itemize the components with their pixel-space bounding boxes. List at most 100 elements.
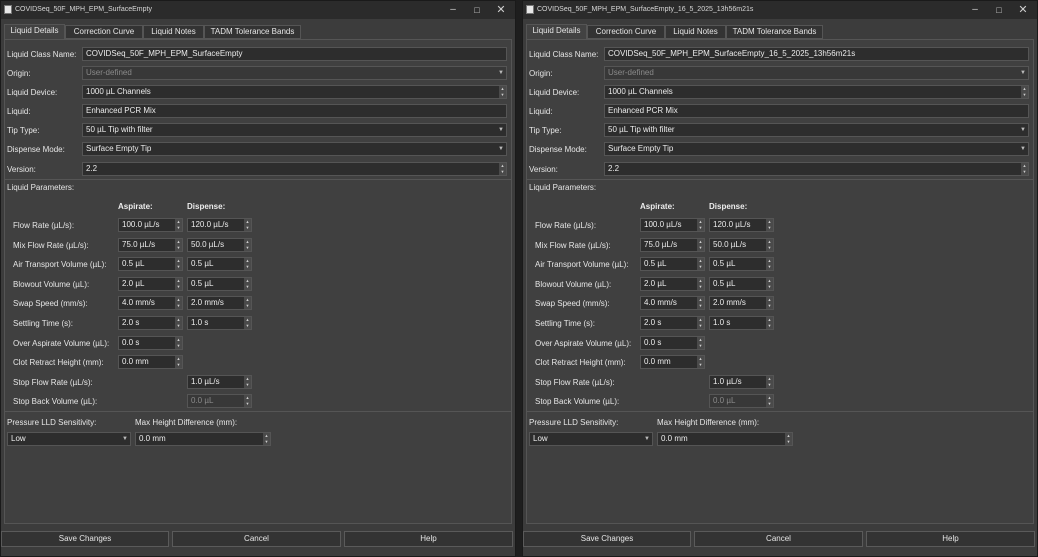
tab-tadm-tolerance-bands[interactable]: TADM Tolerance Bands <box>726 25 823 39</box>
spin-arrows-icon[interactable]: ▲ ▼ <box>766 317 773 329</box>
spin-arrows-icon[interactable]: ▲ ▼ <box>697 356 704 369</box>
over-aspirate-volume-aspirate-spinbox[interactable]: 0.0 s ▲ ▼ <box>118 335 183 350</box>
spin-arrows-icon[interactable]: ▲ ▼ <box>785 433 792 445</box>
flow-rate-dispense-spinbox[interactable]: 120.0 µL/s ▲ ▼ <box>709 218 774 232</box>
settling-time-aspirate-spinbox[interactable]: 2.0 s ▲ ▼ <box>118 316 183 330</box>
version-spinbox[interactable]: 2.2 ▲ ▼ <box>604 162 1029 176</box>
air-transport-volume-dispense-spinbox[interactable]: 0.5 µL ▲ ▼ <box>709 257 774 272</box>
cancel-button[interactable]: Cancel <box>172 531 341 547</box>
combo-arrow-icon[interactable]: ▲ ▼ <box>1021 86 1028 98</box>
chevron-down-icon[interactable]: ▼ <box>498 124 504 136</box>
minimize-icon[interactable]: – <box>963 2 987 18</box>
spin-arrows-icon[interactable]: ▲ ▼ <box>697 336 704 349</box>
spin-arrows-icon[interactable]: ▲ ▼ <box>766 297 773 310</box>
combo-arrow-icon[interactable]: ▲ ▼ <box>499 86 506 98</box>
stop-flow-rate-dispense-spinbox[interactable]: 1.0 µL/s ▲ ▼ <box>709 374 774 389</box>
spin-arrows-icon[interactable]: ▲ ▼ <box>697 277 704 290</box>
tab-tadm-tolerance-bands[interactable]: TADM Tolerance Bands <box>204 25 301 39</box>
liquid-class-name-input[interactable]: COVIDSeq_50F_MPH_EPM_SurfaceEmpty <box>82 47 507 61</box>
spin-arrows-icon[interactable]: ▲ ▼ <box>175 219 182 231</box>
blowout-volume-dispense-spinbox[interactable]: 0.5 µL ▲ ▼ <box>709 276 774 291</box>
settling-time-dispense-spinbox[interactable]: 1.0 s ▲ ▼ <box>187 316 252 330</box>
spin-arrows-icon[interactable]: ▲ ▼ <box>244 277 251 290</box>
save-changes-button[interactable]: Save Changes <box>523 531 691 547</box>
tab-liquid-details[interactable]: Liquid Details <box>526 24 587 40</box>
spin-arrows-icon[interactable]: ▲ ▼ <box>766 219 773 231</box>
spin-arrows-icon[interactable]: ▲ ▼ <box>175 258 182 271</box>
chevron-down-icon[interactable]: ▼ <box>1020 143 1026 155</box>
spin-arrows-icon[interactable]: ▲ ▼ <box>697 258 704 271</box>
tip-type-combo[interactable]: 50 µL Tip with filter ▼ <box>604 123 1029 137</box>
save-changes-button[interactable]: Save Changes <box>1 531 169 547</box>
spin-arrows-icon[interactable]: ▲ ▼ <box>766 258 773 271</box>
spin-arrows-icon[interactable]: ▲ ▼ <box>175 336 182 349</box>
mix-flow-rate-aspirate-spinbox[interactable]: 75.0 µL/s ▲ ▼ <box>118 237 183 252</box>
maximize-icon[interactable]: □ <box>987 2 1011 18</box>
spin-arrows-icon[interactable]: ▲ ▼ <box>766 238 773 251</box>
close-icon[interactable]: ✕ <box>1011 2 1035 18</box>
spin-arrows-icon[interactable]: ▲ ▼ <box>175 238 182 251</box>
swap-speed-aspirate-spinbox[interactable]: 4.0 mm/s ▲ ▼ <box>640 296 705 311</box>
title-bar[interactable]: COVIDSeq_50F_MPH_EPM_SurfaceEmpty – □ ✕ <box>1 1 515 19</box>
max-height-difference-spinbox[interactable]: 0.0 mm ▲ ▼ <box>135 432 271 446</box>
chevron-down-icon[interactable]: ▼ <box>644 433 650 445</box>
spin-arrows-icon[interactable]: ▲ ▼ <box>175 297 182 310</box>
spin-arrows-icon[interactable]: ▲ ▼ <box>766 277 773 290</box>
mix-flow-rate-aspirate-spinbox[interactable]: 75.0 µL/s ▲ ▼ <box>640 237 705 252</box>
spin-arrows-icon[interactable]: ▲ ▼ <box>766 375 773 388</box>
spin-arrows-icon[interactable]: ▲ ▼ <box>697 297 704 310</box>
dispense-mode-combo[interactable]: Surface Empty Tip ▼ <box>82 142 507 156</box>
spin-arrows-icon[interactable]: ▲ ▼ <box>697 238 704 251</box>
tab-correction-curve[interactable]: Correction Curve <box>65 25 143 39</box>
tab-liquid-notes[interactable]: Liquid Notes <box>665 25 726 39</box>
spin-arrows-icon[interactable]: ▲ ▼ <box>175 356 182 369</box>
spin-arrows-icon[interactable]: ▲ ▼ <box>175 317 182 329</box>
tab-liquid-notes[interactable]: Liquid Notes <box>143 25 204 39</box>
clot-retract-height-aspirate-spinbox[interactable]: 0.0 mm ▲ ▼ <box>640 355 705 370</box>
air-transport-volume-dispense-spinbox[interactable]: 0.5 µL ▲ ▼ <box>187 257 252 272</box>
spin-arrows-icon[interactable]: ▲ ▼ <box>244 258 251 271</box>
pressure-lld-combo[interactable]: Low ▼ <box>529 432 653 446</box>
settling-time-dispense-spinbox[interactable]: 1.0 s ▲ ▼ <box>709 316 774 330</box>
spin-arrows-icon[interactable]: ▲ ▼ <box>244 317 251 329</box>
liquid-device-combo[interactable]: 1000 µL Channels ▲ ▼ <box>604 85 1029 99</box>
spin-arrows-icon[interactable]: ▲ ▼ <box>244 219 251 231</box>
flow-rate-dispense-spinbox[interactable]: 120.0 µL/s ▲ ▼ <box>187 218 252 232</box>
mix-flow-rate-dispense-spinbox[interactable]: 50.0 µL/s ▲ ▼ <box>709 237 774 252</box>
tip-type-combo[interactable]: 50 µL Tip with filter ▼ <box>82 123 507 137</box>
spin-arrows-icon[interactable]: ▲ ▼ <box>244 238 251 251</box>
liquid-input[interactable]: Enhanced PCR Mix <box>82 104 507 118</box>
clot-retract-height-aspirate-spinbox[interactable]: 0.0 mm ▲ ▼ <box>118 355 183 370</box>
cancel-button[interactable]: Cancel <box>694 531 863 547</box>
max-height-difference-spinbox[interactable]: 0.0 mm ▲ ▼ <box>657 432 793 446</box>
maximize-icon[interactable]: □ <box>465 2 489 18</box>
liquid-input[interactable]: Enhanced PCR Mix <box>604 104 1029 118</box>
liquid-class-name-input[interactable]: COVIDSeq_50F_MPH_EPM_SurfaceEmpty_16_5_2… <box>604 47 1029 61</box>
close-icon[interactable]: ✕ <box>489 2 513 18</box>
tab-liquid-details[interactable]: Liquid Details <box>4 24 65 40</box>
swap-speed-dispense-spinbox[interactable]: 2.0 mm/s ▲ ▼ <box>709 296 774 311</box>
spin-arrows-icon[interactable]: ▲ ▼ <box>697 219 704 231</box>
spin-arrows-icon[interactable]: ▲ ▼ <box>499 163 506 175</box>
settling-time-aspirate-spinbox[interactable]: 2.0 s ▲ ▼ <box>640 316 705 330</box>
blowout-volume-dispense-spinbox[interactable]: 0.5 µL ▲ ▼ <box>187 276 252 291</box>
swap-speed-dispense-spinbox[interactable]: 2.0 mm/s ▲ ▼ <box>187 296 252 311</box>
mix-flow-rate-dispense-spinbox[interactable]: 50.0 µL/s ▲ ▼ <box>187 237 252 252</box>
help-button[interactable]: Help <box>344 531 513 547</box>
chevron-down-icon[interactable]: ▼ <box>1020 124 1026 136</box>
spin-arrows-icon[interactable]: ▲ ▼ <box>244 375 251 388</box>
help-button[interactable]: Help <box>866 531 1035 547</box>
swap-speed-aspirate-spinbox[interactable]: 4.0 mm/s ▲ ▼ <box>118 296 183 311</box>
minimize-icon[interactable]: – <box>441 2 465 18</box>
tab-correction-curve[interactable]: Correction Curve <box>587 25 665 39</box>
spin-arrows-icon[interactable]: ▲ ▼ <box>697 317 704 329</box>
flow-rate-aspirate-spinbox[interactable]: 100.0 µL/s ▲ ▼ <box>118 218 183 232</box>
flow-rate-aspirate-spinbox[interactable]: 100.0 µL/s ▲ ▼ <box>640 218 705 232</box>
chevron-down-icon[interactable]: ▼ <box>498 143 504 155</box>
version-spinbox[interactable]: 2.2 ▲ ▼ <box>82 162 507 176</box>
blowout-volume-aspirate-spinbox[interactable]: 2.0 µL ▲ ▼ <box>640 276 705 291</box>
over-aspirate-volume-aspirate-spinbox[interactable]: 0.0 s ▲ ▼ <box>640 335 705 350</box>
pressure-lld-combo[interactable]: Low ▼ <box>7 432 131 446</box>
spin-arrows-icon[interactable]: ▲ ▼ <box>244 297 251 310</box>
liquid-device-combo[interactable]: 1000 µL Channels ▲ ▼ <box>82 85 507 99</box>
